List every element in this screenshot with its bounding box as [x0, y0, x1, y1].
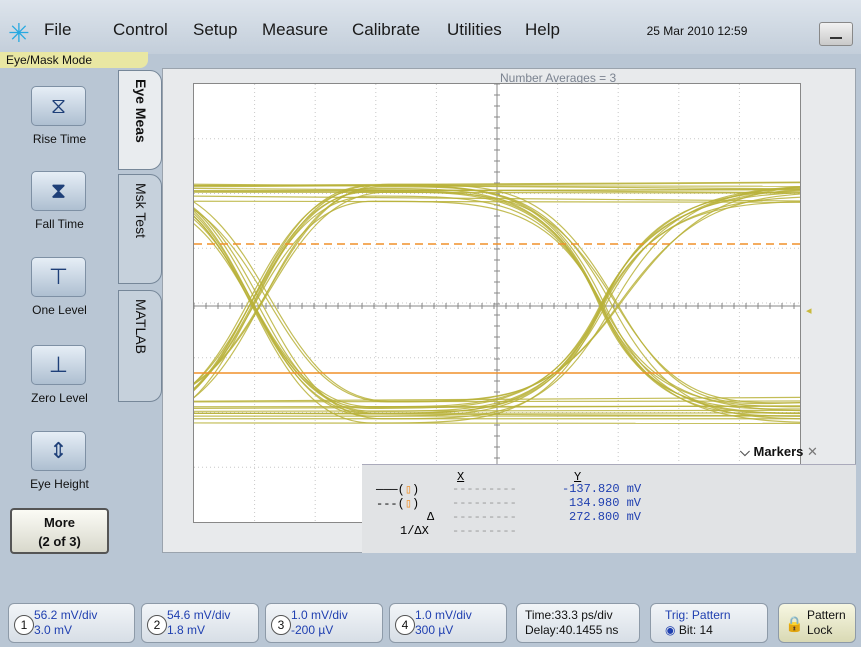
menu-setup[interactable]: Setup: [193, 20, 237, 40]
fall-time-label: Fall Time: [35, 217, 84, 231]
pattern-lock-line2: Lock: [807, 623, 833, 637]
zero-level-label: Zero Level: [31, 391, 88, 405]
markers-close-icon[interactable]: ✕: [807, 444, 818, 459]
more-label: More: [43, 515, 76, 530]
channel-1-scale: 56.2 mV/div: [34, 608, 98, 622]
channel-1-number: 1: [14, 615, 34, 635]
tab-matlab[interactable]: MATLAB: [118, 290, 162, 402]
markers-header[interactable]: ⌵ Markers ✕: [740, 444, 856, 462]
channel-3-scale: 1.0 mV/div: [291, 608, 348, 622]
markers-chevron-icon: ⌵: [740, 444, 750, 459]
lock-icon: 🔒: [785, 616, 804, 633]
more-page-label: (2 of 3): [38, 534, 81, 549]
rise-time-icon: ⧖: [31, 86, 86, 126]
timebase-delay: Delay:40.1455 ns: [525, 623, 619, 637]
marker-dashed-x-value: ---------: [452, 496, 517, 510]
marker-solid-y-value: -137.820 mV: [562, 482, 642, 496]
menu-measure[interactable]: Measure: [262, 20, 328, 40]
tab-msk-test[interactable]: Msk Test: [118, 174, 162, 284]
channel-1-button[interactable]: 1 56.2 mV/div 3.0 mV: [8, 603, 135, 643]
marker-solid-symbol-icon: ───(▯): [376, 483, 420, 497]
channel-3-offset: -200 µV: [291, 623, 334, 637]
tab-matlab-label: MATLAB: [133, 299, 149, 354]
marker-solid-x-value: ---------: [452, 482, 517, 496]
channel-ground-marker-icon[interactable]: ◂: [806, 304, 812, 317]
timebase-button[interactable]: Time:33.3 ps/div Delay:40.1455 ns: [516, 603, 640, 643]
channel-2-scale: 54.6 mV/div: [167, 608, 231, 622]
eye-trace: [194, 422, 800, 425]
pattern-lock-button[interactable]: 🔒 Pattern Lock: [778, 603, 856, 643]
eye-diagram-plot[interactable]: [193, 83, 801, 523]
marker-inverse-delta-x-value: ---------: [452, 524, 517, 538]
eye-diagram-svg: [194, 84, 800, 522]
mode-label: Eye/Mask Mode: [0, 52, 148, 68]
menu-calibrate[interactable]: Calibrate: [352, 20, 420, 40]
marker-delta-y-value: 272.800 mV: [569, 510, 642, 524]
menu-control[interactable]: Control: [113, 20, 168, 40]
tab-eye-meas-label: Eye Meas: [133, 79, 149, 143]
eye-height-icon: ⇕: [31, 431, 86, 471]
channel-2-offset: 1.8 mV: [167, 623, 206, 637]
channel-4-scale: 1.0 mV/div: [415, 608, 472, 622]
channel-4-number: 4: [395, 615, 415, 635]
markers-title: Markers: [753, 444, 804, 459]
marker-dashed-symbol-icon: ---(▯): [376, 497, 420, 511]
timebase-scale: Time:33.3 ps/div: [525, 608, 613, 622]
trigger-source: Trig: Pattern: [665, 608, 731, 622]
one-level-button[interactable]: ⊤ One Level: [10, 245, 109, 325]
eye-height-button[interactable]: ⇕ Eye Height: [10, 419, 109, 499]
menu-file[interactable]: File: [44, 20, 71, 40]
one-level-icon: ⊤: [31, 257, 86, 297]
more-button[interactable]: More (2 of 3): [10, 508, 109, 554]
minimize-icon: [830, 37, 842, 39]
fall-time-icon: ⧗: [31, 171, 86, 211]
channel-2-button[interactable]: 2 54.6 mV/div 1.8 mV: [141, 603, 259, 643]
channel-4-offset: 300 µV: [415, 623, 454, 637]
trigger-bit-row: ◉ Bit: 14: [665, 623, 713, 637]
menu-help[interactable]: Help: [525, 20, 560, 40]
zero-level-button[interactable]: ⊥ Zero Level: [10, 333, 109, 413]
pattern-lock-line1: Pattern: [807, 608, 846, 622]
date-time-display: 25 Mar 2010 12:59: [646, 24, 748, 38]
eye-icon: ◉: [665, 623, 676, 637]
rise-time-button[interactable]: ⧖ Rise Time: [10, 74, 109, 154]
tab-msk-test-label: Msk Test: [133, 183, 149, 238]
channel-4-button[interactable]: 4 1.0 mV/div 300 µV: [389, 603, 507, 643]
channel-3-number: 3: [271, 615, 291, 635]
menu-utilities[interactable]: Utilities: [447, 20, 502, 40]
rise-time-label: Rise Time: [32, 132, 87, 146]
eye-height-label: Eye Height: [30, 477, 89, 491]
markers-readout: X Y ───(▯) --------- -137.820 mV ---(▯) …: [362, 464, 856, 553]
application-logo-icon: ✳: [8, 18, 30, 48]
marker-inverse-delta-label: 1/ΔX: [400, 524, 429, 538]
zero-level-icon: ⊥: [31, 345, 86, 385]
marker-dashed-y-value: 134.980 mV: [569, 496, 642, 510]
channel-2-number: 2: [147, 615, 167, 635]
minimize-button[interactable]: [819, 22, 853, 46]
channel-1-offset: 3.0 mV: [34, 623, 73, 637]
marker-delta-label: Δ: [427, 510, 435, 524]
one-level-label: One Level: [32, 303, 87, 317]
channel-3-button[interactable]: 3 1.0 mV/div -200 µV: [265, 603, 383, 643]
tab-eye-meas[interactable]: Eye Meas: [118, 70, 162, 170]
fall-time-button[interactable]: ⧗ Fall Time: [10, 159, 109, 239]
marker-delta-x-value: ---------: [452, 510, 517, 524]
trigger-button[interactable]: Trig: Pattern ◉ Bit: 14: [650, 603, 768, 643]
plot-grid: [194, 84, 800, 522]
trigger-bit: Bit: 14: [678, 623, 713, 637]
eye-trace: [194, 409, 800, 412]
